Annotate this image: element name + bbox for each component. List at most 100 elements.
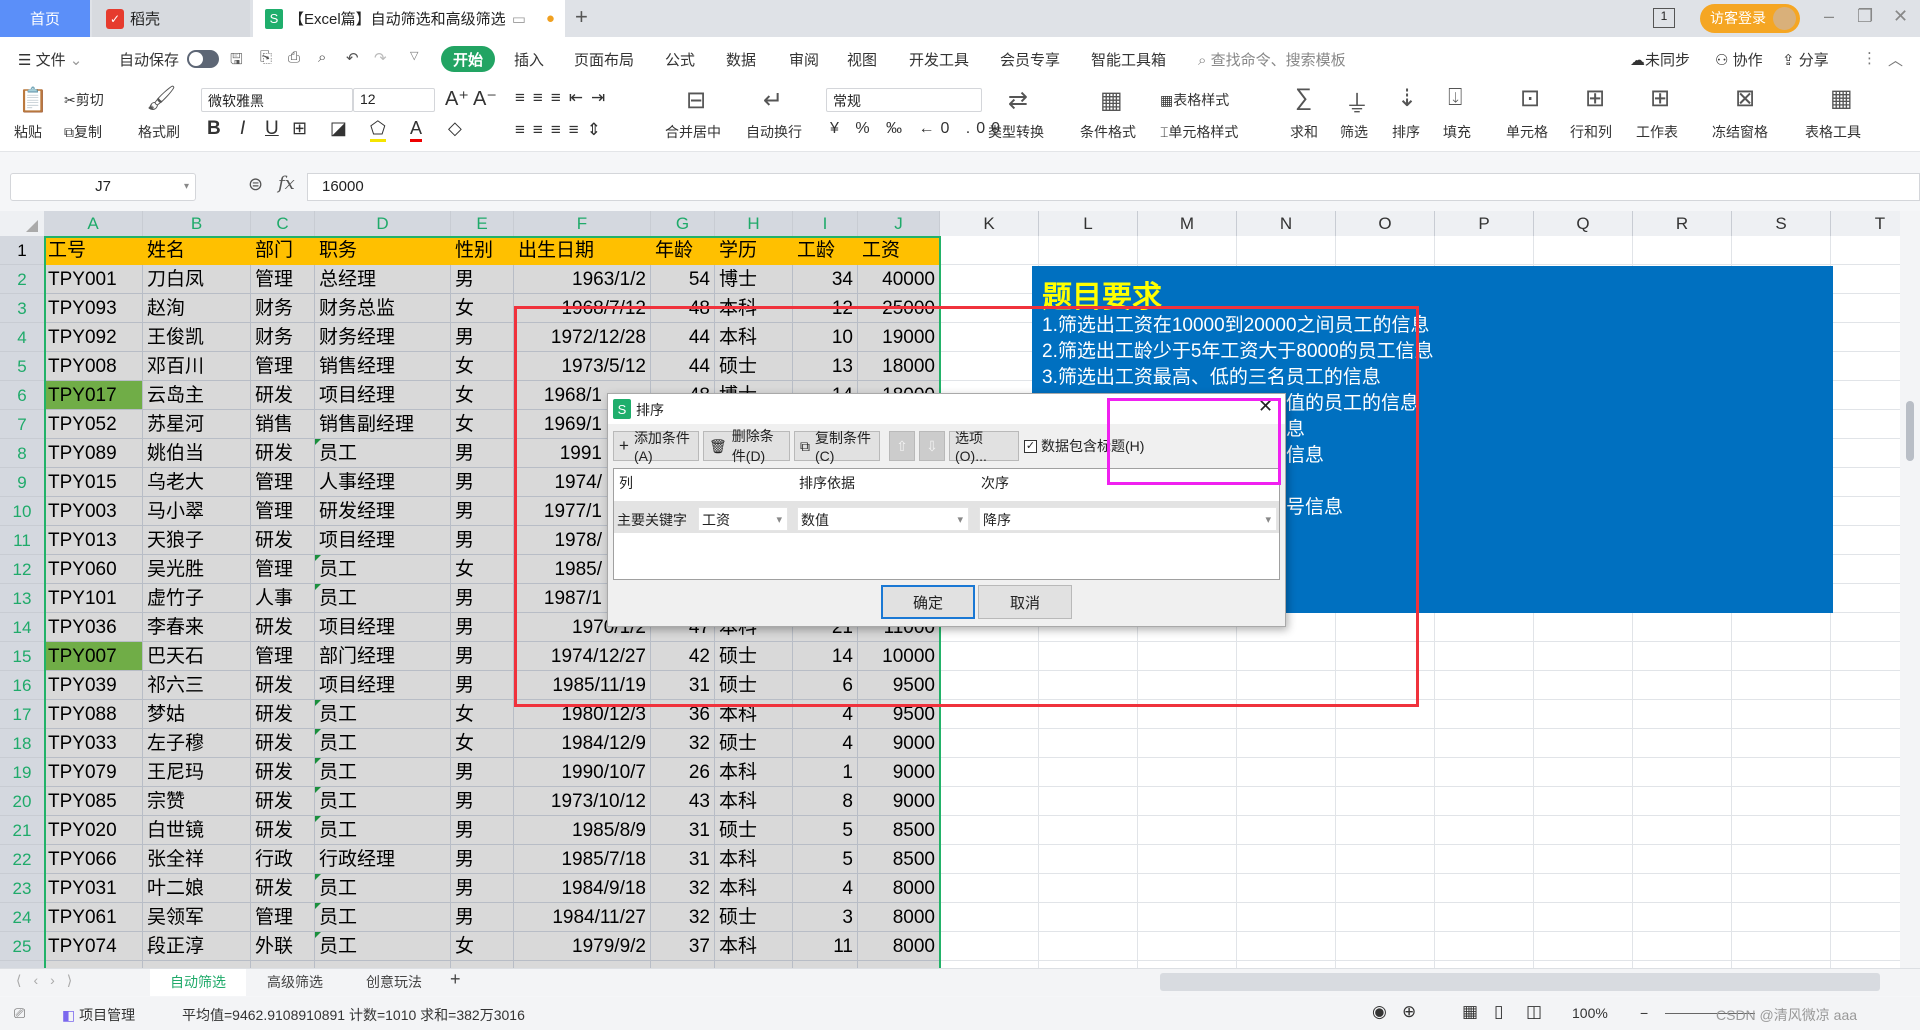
table-cell[interactable]: 男 (451, 613, 514, 642)
paste-button[interactable]: 粘贴 (14, 122, 42, 142)
column-header-J[interactable]: J (858, 211, 940, 236)
filter-button[interactable]: 筛选 (1340, 122, 1368, 142)
table-cell[interactable]: TPY085 (44, 787, 143, 816)
table-cell[interactable]: 1984/9/18 (514, 874, 651, 903)
table-cell[interactable]: 员工 (315, 903, 451, 932)
table-cell[interactable]: 男 (451, 584, 514, 613)
table-cell[interactable]: 4 (793, 700, 858, 729)
table-cell[interactable]: 54 (651, 265, 715, 294)
menu-tab-page-layout[interactable]: 页面布局 (574, 49, 634, 70)
more-icon[interactable]: ⋮ (1862, 49, 1877, 67)
row-header[interactable]: 4 (0, 323, 44, 352)
row-header[interactable]: 10 (0, 497, 44, 526)
table-cell[interactable]: 宗赞 (143, 787, 251, 816)
print-preview-icon[interactable]: ⌕ (318, 49, 326, 66)
table-cell[interactable]: 梦姑 (143, 700, 251, 729)
table-cell[interactable]: 1974/12/27 (514, 642, 651, 671)
increase-font-icon[interactable]: A⁺ (445, 86, 469, 111)
table-cell[interactable]: TPY008 (44, 352, 143, 381)
table-cell[interactable]: 32 (651, 903, 715, 932)
table-cell[interactable]: 王俊凯 (143, 323, 251, 352)
redo-icon[interactable]: ↷ (374, 49, 387, 67)
table-cell[interactable]: 14 (793, 642, 858, 671)
fx-icon[interactable]: fx (278, 173, 295, 194)
table-cell[interactable]: TPY003 (44, 497, 143, 526)
table-cell[interactable]: 财务总监 (315, 294, 451, 323)
table-cell[interactable]: 女 (451, 700, 514, 729)
table-cell[interactable] (251, 961, 315, 968)
row-header[interactable]: 19 (0, 758, 44, 787)
table-cell[interactable]: 5 (793, 845, 858, 874)
column-header-B[interactable]: B (143, 211, 251, 236)
column-header-L[interactable]: L (1039, 211, 1138, 236)
table-cell[interactable] (143, 961, 251, 968)
table-cell[interactable]: 姚伯当 (143, 439, 251, 468)
column-header-O[interactable]: O (1336, 211, 1435, 236)
underline-icon[interactable]: U (265, 118, 279, 140)
zoom-level[interactable]: 100% (1572, 1005, 1608, 1021)
table-cell[interactable]: 37 (651, 932, 715, 961)
table-cell[interactable]: 员工 (315, 874, 451, 903)
table-cell[interactable]: TPY017 (44, 381, 143, 410)
table-cell[interactable]: 5 (793, 816, 858, 845)
table-cell[interactable]: 男 (451, 845, 514, 874)
table-cell[interactable]: 男 (451, 816, 514, 845)
table-cell[interactable]: 外联 (251, 932, 315, 961)
table-cell[interactable]: 销售副经理 (315, 410, 451, 439)
table-cell[interactable]: TPY060 (44, 555, 143, 584)
table-cell[interactable]: 员工 (315, 729, 451, 758)
layout-icon[interactable]: ⊕ (1402, 1002, 1416, 1022)
table-cell[interactable]: 员工 (315, 816, 451, 845)
vertical-scrollbar[interactable] (1900, 211, 1920, 968)
macro-icon[interactable]: ⎚ (14, 1005, 25, 1022)
table-cell[interactable]: 本科 (715, 874, 793, 903)
table-cell[interactable]: 项目经理 (315, 381, 451, 410)
table-cell[interactable]: 硕士 (715, 903, 793, 932)
column-header-P[interactable]: P (1435, 211, 1534, 236)
table-cell[interactable]: 管理 (251, 555, 315, 584)
guest-login-button[interactable]: 访客登录 (1700, 4, 1800, 33)
table-cell[interactable]: 8500 (858, 816, 940, 845)
row-col-button[interactable]: 行和列 (1570, 122, 1612, 142)
scrollbar-thumb[interactable] (1906, 401, 1914, 461)
cut-button[interactable]: ✂剪切 (64, 90, 104, 110)
table-cell[interactable]: 40000 (858, 265, 940, 294)
column-header-S[interactable]: S (1732, 211, 1831, 236)
column-header-K[interactable]: K (940, 211, 1039, 236)
table-cell[interactable]: 18000 (858, 352, 940, 381)
table-cell[interactable]: 8000 (858, 903, 940, 932)
table-cell[interactable]: 刀白凤 (143, 265, 251, 294)
table-cell[interactable]: 部门经理 (315, 642, 451, 671)
table-tools-button[interactable]: 表格工具 (1805, 122, 1861, 142)
table-cell[interactable]: 研发 (251, 729, 315, 758)
formula-input[interactable]: 16000 (307, 173, 1920, 201)
fill-icon[interactable]: ⍗ (1448, 84, 1462, 112)
tab-daoke[interactable]: ✓ 稻壳 (92, 0, 250, 37)
table-cell[interactable]: 4 (793, 874, 858, 903)
horizontal-scrollbar[interactable] (1160, 973, 1880, 991)
move-down-button[interactable]: ⇩ (919, 431, 945, 461)
table-cell[interactable]: 1979/9/2 (514, 932, 651, 961)
table-cell[interactable]: 9000 (858, 758, 940, 787)
table-cell[interactable]: 1984/11/27 (514, 903, 651, 932)
table-cell[interactable]: 男 (451, 526, 514, 555)
table-cell[interactable]: 42 (651, 642, 715, 671)
table-cell[interactable]: 男 (451, 903, 514, 932)
table-cell[interactable]: 1973/5/12 (514, 352, 651, 381)
table-cell[interactable] (451, 961, 514, 968)
table-cell[interactable]: 女 (451, 729, 514, 758)
table-cell[interactable]: 本科 (715, 787, 793, 816)
table-cell[interactable]: 43 (651, 787, 715, 816)
row-header[interactable]: 9 (0, 468, 44, 497)
table-cell[interactable]: 研发 (251, 381, 315, 410)
menu-tab-data[interactable]: 数据 (726, 49, 756, 70)
table-cell[interactable]: 男 (451, 439, 514, 468)
column-header-D[interactable]: D (315, 211, 451, 236)
row-header[interactable]: 13 (0, 584, 44, 613)
table-cell[interactable]: 吴光胜 (143, 555, 251, 584)
row-header[interactable]: 8 (0, 439, 44, 468)
ok-button[interactable]: 确定 (881, 585, 975, 619)
conditional-format-icon[interactable]: ▦ (1100, 86, 1123, 115)
table-cell[interactable] (858, 961, 940, 968)
table-cell[interactable]: 女 (451, 381, 514, 410)
